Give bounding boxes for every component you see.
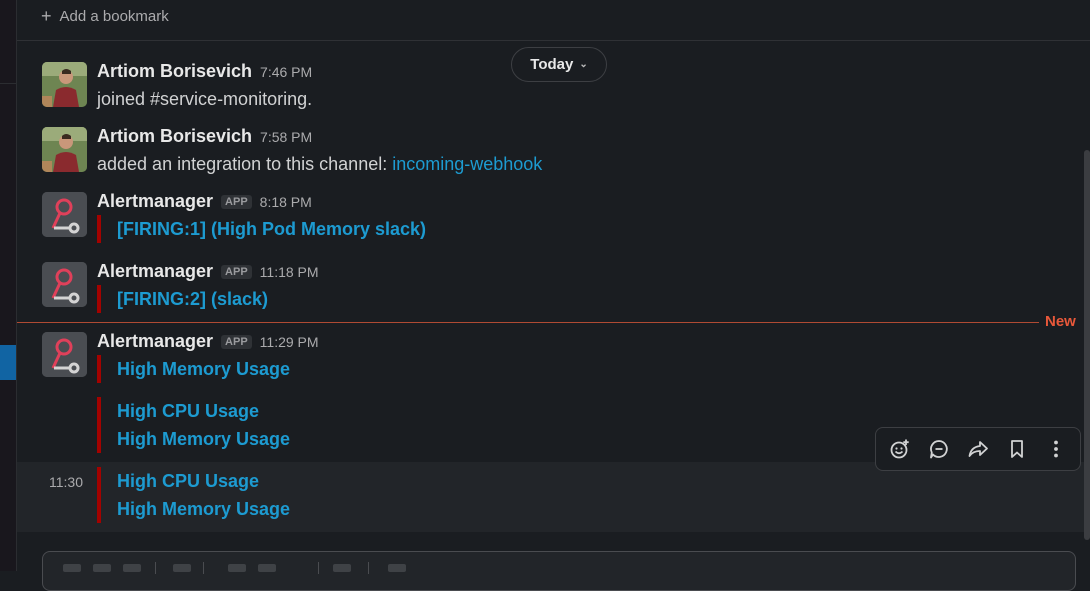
sender-name[interactable]: Artiom Borisevich bbox=[97, 61, 252, 82]
app-avatar[interactable] bbox=[42, 332, 87, 377]
alert-title-link[interactable]: High Memory Usage bbox=[117, 425, 290, 453]
workspace-sidebar-edge bbox=[0, 0, 17, 571]
more-actions-button[interactable] bbox=[1040, 433, 1072, 465]
alert-title-link[interactable]: [FIRING:1] (High Pod Memory slack) bbox=[117, 215, 426, 243]
app-avatar[interactable] bbox=[42, 262, 87, 307]
active-channel-marker[interactable] bbox=[0, 345, 16, 380]
toolbar-separator bbox=[155, 562, 156, 574]
alert-title-link[interactable]: High CPU Usage bbox=[117, 467, 290, 495]
reply-in-thread-icon bbox=[929, 440, 948, 459]
app-badge: APP bbox=[221, 334, 252, 349]
avatar[interactable] bbox=[42, 127, 87, 172]
bookmark-icon bbox=[1011, 440, 1024, 458]
more-actions-icon bbox=[1054, 440, 1059, 458]
avatar[interactable] bbox=[42, 62, 87, 107]
toolbar-separator bbox=[368, 562, 369, 574]
alert-attachment: High CPU Usage High Memory Usage bbox=[97, 397, 290, 453]
alert-title-link[interactable]: High CPU Usage bbox=[117, 397, 290, 425]
timestamp[interactable]: 11:29 PM bbox=[260, 334, 319, 350]
alertmanager-logo-icon bbox=[42, 262, 87, 307]
toolbar-separator bbox=[203, 562, 204, 574]
plus-icon: + bbox=[41, 6, 52, 26]
message-composer[interactable] bbox=[42, 551, 1076, 591]
add-reaction-icon bbox=[890, 439, 909, 459]
date-label: Today bbox=[530, 56, 574, 73]
timestamp[interactable]: 8:18 PM bbox=[260, 194, 312, 210]
message-text: added an integration to this channel: in… bbox=[97, 154, 542, 175]
add-bookmark-label: Add a bookmark bbox=[59, 7, 169, 25]
alert-title-link[interactable]: High Memory Usage bbox=[117, 355, 290, 383]
alert-attachment: High Memory Usage bbox=[97, 355, 290, 383]
sidebar-divider bbox=[0, 83, 16, 84]
share-message-button[interactable] bbox=[962, 433, 994, 465]
timestamp[interactable]: 7:58 PM bbox=[260, 129, 312, 145]
alert-attachment: High CPU Usage High Memory Usage bbox=[97, 467, 290, 523]
reply-in-thread-button[interactable] bbox=[923, 433, 955, 465]
hover-timestamp[interactable]: 11:30 bbox=[49, 474, 83, 490]
message[interactable]: Alertmanager APP 11:29 PM High Memory Us… bbox=[17, 326, 1090, 388]
save-for-later-button[interactable] bbox=[1001, 433, 1033, 465]
alert-attachment: [FIRING:2] (slack) bbox=[97, 285, 268, 313]
alert-title-link[interactable]: High Memory Usage bbox=[117, 495, 290, 523]
alertmanager-logo-icon bbox=[42, 332, 87, 377]
timestamp[interactable]: 7:46 PM bbox=[260, 64, 312, 80]
alert-title-link[interactable]: [FIRING:2] (slack) bbox=[117, 285, 268, 313]
message[interactable]: Alertmanager APP 11:18 PM [FIRING:2] (sl… bbox=[17, 256, 1090, 318]
message-actions-toolbar bbox=[875, 427, 1081, 471]
sender-name[interactable]: Alertmanager bbox=[97, 191, 213, 212]
share-icon bbox=[968, 441, 988, 457]
date-divider-button[interactable]: Today ⌄ bbox=[511, 47, 607, 82]
message[interactable]: Alertmanager APP 8:18 PM [FIRING:1] (Hig… bbox=[17, 186, 1090, 248]
sender-name[interactable]: Alertmanager bbox=[97, 331, 213, 352]
alert-attachment: [FIRING:1] (High Pod Memory slack) bbox=[97, 215, 426, 243]
sender-name[interactable]: Artiom Borisevich bbox=[97, 126, 252, 147]
message-continuation[interactable]: High CPU Usage High Memory Usage bbox=[17, 462, 1090, 532]
message-text: joined #service-monitoring. bbox=[97, 89, 313, 109]
new-messages-divider bbox=[17, 322, 1039, 323]
app-badge: APP bbox=[221, 264, 252, 279]
chevron-down-icon: ⌄ bbox=[579, 59, 588, 70]
add-reaction-button[interactable] bbox=[884, 433, 916, 465]
sender-name[interactable]: Alertmanager bbox=[97, 261, 213, 282]
app-avatar[interactable] bbox=[42, 192, 87, 237]
integration-link[interactable]: incoming-webhook bbox=[392, 154, 542, 174]
bookmark-bar: + Add a bookmark bbox=[17, 0, 1090, 41]
toolbar-separator bbox=[318, 562, 319, 574]
messages-scrollbar[interactable] bbox=[1084, 150, 1090, 540]
message[interactable]: Artiom Borisevich 7:58 PM added an integ… bbox=[17, 121, 1090, 179]
alertmanager-logo-icon bbox=[42, 192, 87, 237]
add-bookmark-button[interactable]: + Add a bookmark bbox=[41, 7, 169, 25]
timestamp[interactable]: 11:18 PM bbox=[260, 264, 319, 280]
message-text-prefix: added an integration to this channel: bbox=[97, 154, 393, 174]
app-badge: APP bbox=[221, 194, 252, 209]
